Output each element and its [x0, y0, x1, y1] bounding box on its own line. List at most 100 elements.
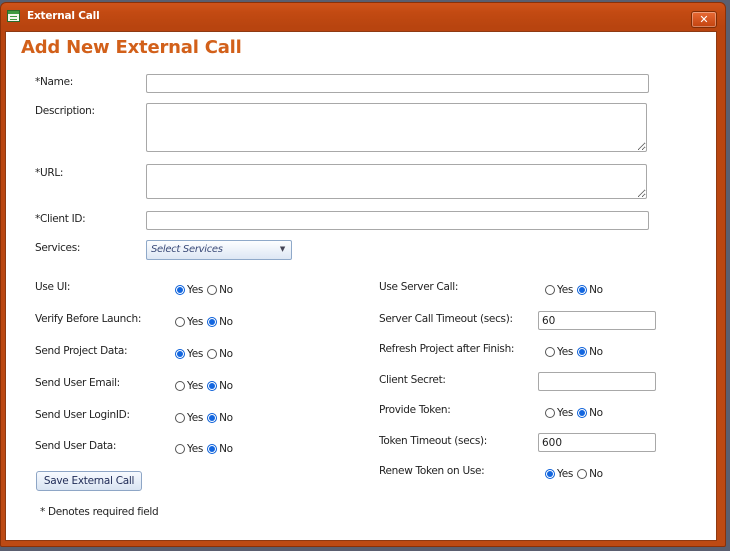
radio-no[interactable]: No — [207, 380, 233, 392]
use-server-call-radio-group: Yes No — [545, 284, 607, 296]
radio-label: Yes — [557, 284, 574, 296]
refresh-project-label: Refresh Project after Finish: — [379, 343, 515, 355]
option-label: Send Project Data: — [35, 345, 128, 357]
radio-label: Yes — [557, 468, 574, 480]
title-bar[interactable]: External Call ✕ — [1, 3, 725, 31]
renew-token-radio-group: Yes No — [545, 468, 607, 480]
option-label: Use UI: — [35, 281, 71, 293]
close-icon: ✕ — [699, 13, 709, 26]
name-label: *Name: — [35, 76, 73, 88]
radio-yes[interactable]: Yes — [545, 407, 573, 419]
services-select[interactable]: Select Services ▼ — [146, 240, 292, 260]
radio-selected-icon[interactable] — [577, 347, 588, 357]
dialog-content: Add New External Call *Name: Description… — [5, 31, 717, 541]
use-server-call-label: Use Server Call: — [379, 281, 459, 293]
radio-label: Yes — [187, 284, 204, 296]
option-label: Send User Data: — [35, 440, 117, 452]
radio-label: No — [589, 407, 603, 419]
radio-selected-icon[interactable] — [545, 469, 555, 479]
radio-selected-icon[interactable] — [577, 408, 588, 418]
radio-label: Yes — [187, 316, 204, 328]
radio-selected-icon[interactable] — [207, 444, 218, 454]
save-external-call-button[interactable]: Save External Call — [36, 471, 142, 491]
server-call-timeout-label: Server Call Timeout (secs): — [379, 313, 513, 325]
radio-no[interactable]: No — [207, 348, 233, 360]
radio-unselected-icon[interactable] — [207, 349, 218, 359]
option-radio-group: Yes No — [175, 348, 237, 360]
services-label: Services: — [35, 242, 81, 254]
radio-unselected-icon[interactable] — [545, 408, 555, 418]
token-timeout-input[interactable] — [538, 433, 656, 452]
radio-yes[interactable]: Yes — [175, 380, 203, 392]
radio-no[interactable]: No — [577, 284, 603, 296]
radio-label: No — [589, 346, 603, 358]
radio-yes[interactable]: Yes — [545, 284, 573, 296]
radio-label: Yes — [557, 346, 574, 358]
radio-label: Yes — [187, 412, 204, 424]
radio-no[interactable]: No — [207, 443, 233, 455]
radio-selected-icon[interactable] — [175, 349, 185, 359]
radio-unselected-icon[interactable] — [545, 285, 555, 295]
radio-label: No — [219, 380, 233, 392]
server-call-timeout-input[interactable] — [538, 311, 656, 330]
page-title: Add New External Call — [21, 37, 242, 58]
radio-selected-icon[interactable] — [207, 381, 218, 391]
radio-label: Yes — [187, 348, 204, 360]
radio-unselected-icon[interactable] — [577, 469, 588, 479]
radio-yes[interactable]: Yes — [175, 284, 203, 296]
radio-unselected-icon[interactable] — [175, 444, 185, 454]
radio-selected-icon[interactable] — [577, 285, 588, 295]
renew-token-label: Renew Token on Use: — [379, 465, 485, 477]
radio-selected-icon[interactable] — [207, 317, 218, 327]
radio-unselected-icon[interactable] — [207, 285, 218, 295]
radio-label: Yes — [187, 380, 204, 392]
radio-no[interactable]: No — [577, 468, 603, 480]
radio-no[interactable]: No — [207, 316, 233, 328]
client-secret-label: Client Secret: — [379, 374, 446, 386]
radio-label: No — [219, 443, 233, 455]
radio-selected-icon[interactable] — [175, 285, 185, 295]
radio-unselected-icon[interactable] — [545, 347, 555, 357]
radio-label: No — [589, 284, 603, 296]
required-field-note: * Denotes required field — [40, 506, 159, 518]
option-label: Send User Email: — [35, 377, 120, 389]
url-input[interactable] — [146, 164, 647, 199]
radio-yes[interactable]: Yes — [545, 468, 573, 480]
radio-no[interactable]: No — [577, 346, 603, 358]
token-timeout-label: Token Timeout (secs): — [379, 435, 488, 447]
radio-label: No — [589, 468, 603, 480]
radio-no[interactable]: No — [207, 284, 233, 296]
name-input[interactable] — [146, 74, 649, 93]
url-label: *URL: — [35, 167, 64, 179]
radio-label: Yes — [557, 407, 574, 419]
option-label: Send User LoginID: — [35, 409, 130, 421]
radio-yes[interactable]: Yes — [545, 346, 573, 358]
refresh-project-radio-group: Yes No — [545, 346, 607, 358]
description-input[interactable] — [146, 103, 647, 152]
radio-unselected-icon[interactable] — [175, 381, 185, 391]
radio-yes[interactable]: Yes — [175, 348, 203, 360]
radio-selected-icon[interactable] — [207, 413, 218, 423]
option-radio-group: Yes No — [175, 443, 237, 455]
radio-yes[interactable]: Yes — [175, 412, 203, 424]
option-radio-group: Yes No — [175, 380, 237, 392]
radio-unselected-icon[interactable] — [175, 413, 185, 423]
option-label: Verify Before Launch: — [35, 313, 142, 325]
client-id-label: *Client ID: — [35, 213, 86, 225]
radio-label: Yes — [187, 443, 204, 455]
radio-unselected-icon[interactable] — [175, 317, 185, 327]
window-icon — [7, 10, 20, 22]
option-radio-group: Yes No — [175, 284, 237, 296]
radio-yes[interactable]: Yes — [175, 316, 203, 328]
chevron-down-icon: ▼ — [279, 245, 285, 253]
client-id-input[interactable] — [146, 211, 649, 230]
description-label: Description: — [35, 105, 95, 117]
option-radio-group: Yes No — [175, 412, 237, 424]
radio-yes[interactable]: Yes — [175, 443, 203, 455]
radio-no[interactable]: No — [577, 407, 603, 419]
provide-token-radio-group: Yes No — [545, 407, 607, 419]
window-title: External Call — [27, 10, 100, 22]
radio-no[interactable]: No — [207, 412, 233, 424]
client-secret-input[interactable] — [538, 372, 656, 391]
close-button[interactable]: ✕ — [691, 11, 717, 28]
